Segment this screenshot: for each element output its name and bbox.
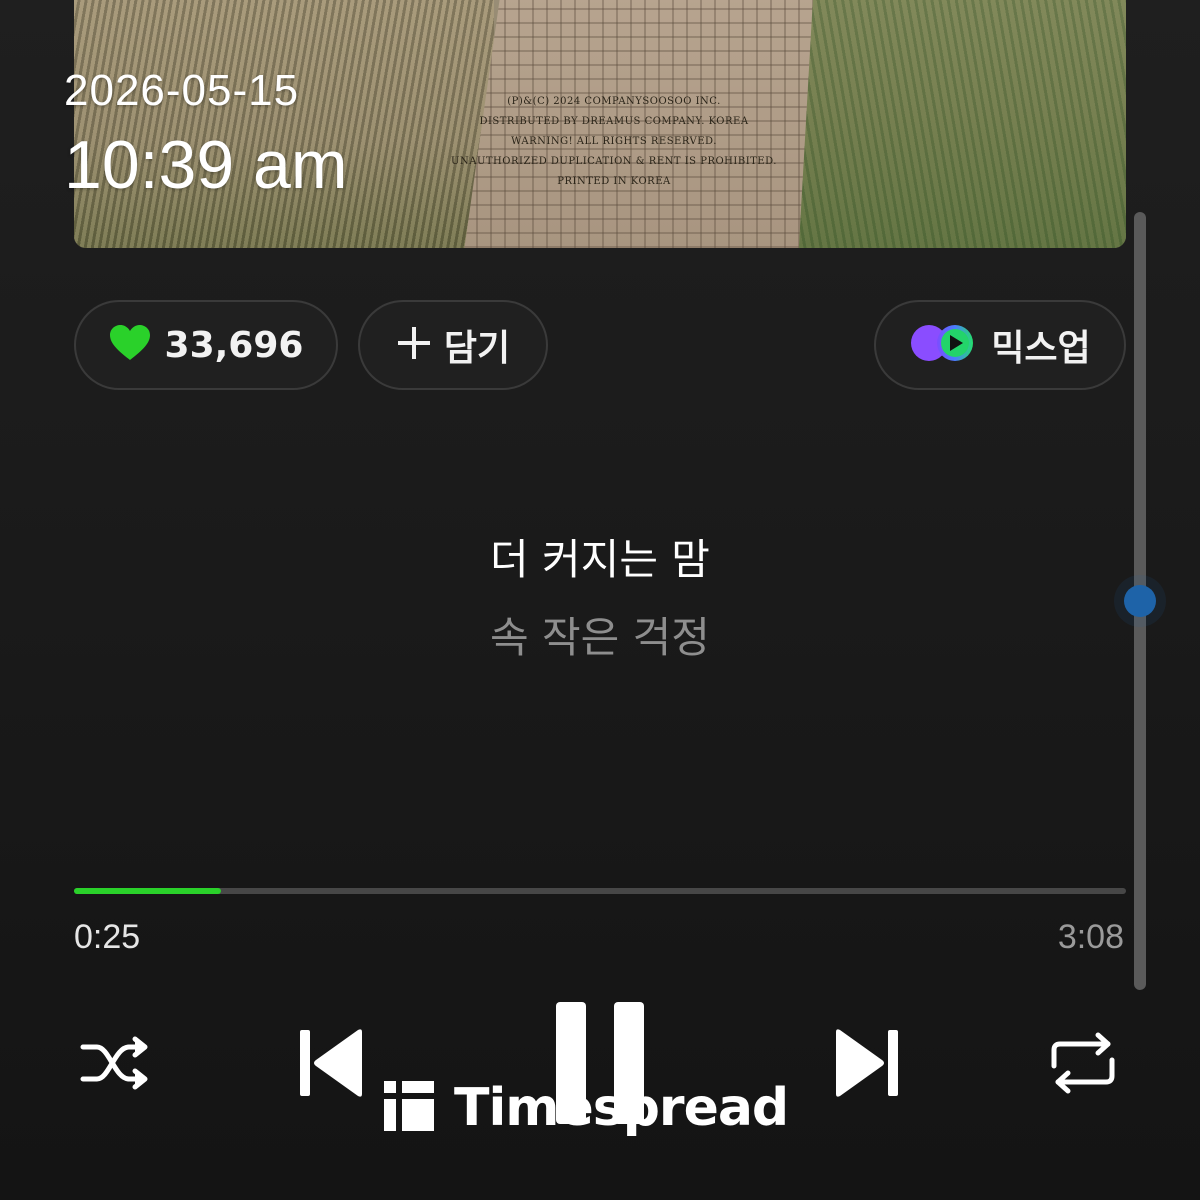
progress-fill xyxy=(74,888,222,894)
overlay-time: 10:39 am xyxy=(64,127,348,203)
album-art[interactable]: (P)&(C) 2024 COMPANYSOOSOO INC. DISTRIBU… xyxy=(74,0,1126,248)
next-track-button[interactable] xyxy=(832,1026,902,1104)
album-art-credit-line: PRINTED IN KOREA xyxy=(557,176,671,187)
heart-icon xyxy=(109,324,151,366)
elapsed-time: 0:25 xyxy=(74,918,141,956)
album-art-credit-line: WARNING! ALL RIGHTS RESERVED. xyxy=(511,136,717,147)
total-time: 3:08 xyxy=(1057,918,1124,956)
lyrics-scroll-thumb[interactable] xyxy=(1124,585,1156,617)
lyric-next-line[interactable]: 속 작은 걱정 xyxy=(0,604,1200,665)
watermark: Timespread xyxy=(384,1078,789,1138)
album-art-credits: (P)&(C) 2024 COMPANYSOOSOO INC. DISTRIBU… xyxy=(404,92,824,192)
watermark-text: Timespread xyxy=(454,1078,789,1138)
player-screen: (P)&(C) 2024 COMPANYSOOSOO INC. DISTRIBU… xyxy=(0,0,1200,1200)
watermark-logo-icon xyxy=(384,1081,434,1135)
album-art-credit-line: DISTRIBUTED BY DREAMUS COMPANY. KOREA xyxy=(479,116,749,127)
shuffle-button[interactable] xyxy=(76,1030,156,1100)
album-art-credit-line: (P)&(C) 2024 COMPANYSOOSOO INC. xyxy=(507,96,721,107)
repeat-icon xyxy=(1048,1032,1118,1098)
lyric-current-line[interactable]: 더 커지는 맘 xyxy=(0,526,1200,587)
mixup-button[interactable]: 믹스업 xyxy=(874,300,1126,390)
like-count: 33,696 xyxy=(164,324,304,366)
overlay-date: 2026-05-15 xyxy=(64,66,300,115)
repeat-button[interactable] xyxy=(1046,1030,1120,1100)
next-track-icon xyxy=(834,1026,900,1104)
shuffle-icon xyxy=(79,1035,153,1095)
plus-icon xyxy=(396,325,432,365)
progress-bar[interactable] xyxy=(74,888,1126,894)
mixup-label: 믹스업 xyxy=(991,328,1091,369)
previous-track-button[interactable] xyxy=(296,1026,366,1104)
add-to-playlist-button[interactable]: 담기 xyxy=(358,300,548,390)
add-label: 담기 xyxy=(443,328,511,369)
like-button[interactable]: 33,696 xyxy=(74,300,338,390)
previous-track-icon xyxy=(298,1026,364,1104)
mixup-icon xyxy=(909,323,975,367)
album-art-credit-line: UNAUTHORIZED DUPLICATION & RENT IS PROHI… xyxy=(451,156,777,167)
